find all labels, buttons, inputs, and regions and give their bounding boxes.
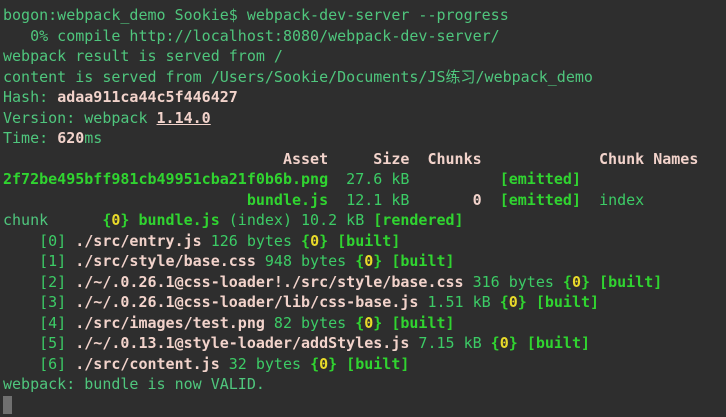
terminal-line: Hash: adaa911ca44c5f446427 [3, 87, 726, 108]
terminal-text: [3] [3, 293, 75, 311]
terminal-text: [2] [3, 273, 75, 291]
terminal-text: } [built] [373, 252, 454, 270]
terminal-text: [4] [3, 314, 75, 332]
terminal-text: content is served from /Users/Sookie/Doc… [3, 68, 593, 86]
terminal-line: [2] ./~/.0.26.1@css-loader!./src/style/b… [3, 272, 726, 293]
terminal-text [482, 191, 500, 209]
terminal-text: { [500, 293, 509, 311]
terminal-text: { [491, 334, 500, 352]
terminal-text: 0 [310, 232, 319, 250]
terminal-line: 2f72be495bff981cb49951cba21f0b6b.png 27.… [3, 169, 726, 190]
terminal-text: } [built] [581, 273, 662, 291]
terminal-text: Time: [3, 129, 57, 147]
terminal-text: [1] [3, 252, 75, 270]
terminal-text: bundle.js [247, 191, 328, 209]
terminal-text: webpack: bundle is now VALID. [3, 375, 265, 393]
terminal-line: [3] ./~/.0.26.1@css-loader/lib/css-base.… [3, 292, 726, 313]
terminal-text: } [built] [509, 334, 590, 352]
terminal-text: adaa911ca44c5f446427 [57, 88, 238, 106]
terminal-text: 0 [500, 334, 509, 352]
terminal-text: 12.1 kB [346, 191, 409, 209]
terminal-text: { [355, 252, 364, 270]
terminal-text: } [built] [518, 293, 599, 311]
terminal-line: [0] ./src/entry.js 126 bytes {0} [built] [3, 231, 726, 252]
terminal-line [3, 395, 726, 416]
terminal-text: 82 bytes [265, 314, 355, 332]
terminal-text: 1.14.0 [157, 109, 211, 127]
terminal-text: } [120, 211, 138, 229]
terminal-text: 948 bytes [256, 252, 355, 270]
terminal-text: ./~/.0.13.1@style-loader/addStyles.js [75, 334, 409, 352]
terminal-line: 0% compile http://localhost:8080/webpack… [3, 26, 726, 47]
terminal-text: 0% compile http://localhost:8080/webpack… [3, 27, 500, 45]
terminal-line: Version: webpack 1.14.0 [3, 108, 726, 129]
terminal-text: ./~/.0.26.1@css-loader!./src/style/base.… [75, 273, 463, 291]
terminal-text: 32 bytes [220, 355, 310, 373]
terminal-text: ./src/entry.js [75, 232, 201, 250]
terminal-line: Asset Size Chunks Chunk Names [3, 149, 726, 170]
terminal-line: chunk {0} bundle.js (index) 10.2 kB [ren… [3, 210, 726, 231]
terminal-text: } [built] [319, 232, 400, 250]
terminal-text: ./src/images/test.png [75, 314, 265, 332]
terminal-text: ./src/content.js [75, 355, 220, 373]
terminal-text: [emitted] [500, 170, 581, 188]
terminal-text: 0 [572, 273, 581, 291]
terminal-text: Version: webpack [3, 109, 157, 127]
terminal-text: [0] [3, 232, 75, 250]
terminal-text: 126 bytes [202, 232, 301, 250]
terminal-text: 316 bytes [464, 273, 563, 291]
terminal-text: [5] [3, 334, 75, 352]
terminal-line: [5] ./~/.0.13.1@style-loader/addStyles.j… [3, 333, 726, 354]
terminal-line: bundle.js 12.1 kB 0 [emitted] index [3, 190, 726, 211]
terminal-text [3, 191, 247, 209]
terminal-text [328, 191, 346, 209]
terminal-text: ./src/style/base.css [75, 252, 256, 270]
terminal-line: bogon:webpack_demo Sookie$ webpack-dev-s… [3, 5, 726, 26]
terminal-text: 7.15 kB [409, 334, 490, 352]
terminal-text: ./~/.0.26.1@css-loader/lib/css-base.js [75, 293, 418, 311]
terminal-cursor [3, 396, 12, 414]
terminal-line: [4] ./src/images/test.png 82 bytes {0} [… [3, 313, 726, 334]
terminal-text: 0 [509, 293, 518, 311]
terminal-text [581, 191, 599, 209]
terminal-text: Hash: [3, 88, 57, 106]
terminal-text: 2f72be495bff981cb49951cba21f0b6b.png [3, 170, 328, 188]
terminal-text: webpack result is served from / [3, 47, 283, 65]
terminal-output: bogon:webpack_demo Sookie$ webpack-dev-s… [3, 5, 726, 415]
terminal-text: [emitted] [500, 191, 581, 209]
terminal-text: 0 [473, 191, 482, 209]
terminal-text: bogon:webpack_demo Sookie$ webpack-dev-s… [3, 6, 509, 24]
terminal-line: [6] ./src/content.js 32 bytes {0} [built… [3, 354, 726, 375]
terminal-text: 27.6 kB [346, 170, 409, 188]
terminal-text: (index) 10.2 kB [220, 211, 374, 229]
terminal-text: index [599, 191, 644, 209]
terminal-text: { [563, 273, 572, 291]
terminal-text: } [built] [373, 314, 454, 332]
terminal-text: 1.51 kB [418, 293, 499, 311]
terminal-line: content is served from /Users/Sookie/Doc… [3, 67, 726, 88]
terminal-text [409, 170, 499, 188]
terminal-text: 620 [57, 129, 84, 147]
terminal-text: { [301, 232, 310, 250]
terminal-text: Asset Size Chunks Chunk Names [3, 150, 698, 168]
terminal-line: Time: 620ms [3, 128, 726, 149]
terminal-text: 0 [319, 355, 328, 373]
terminal-text: 0 [364, 252, 373, 270]
terminal-text: [rendered] [373, 211, 463, 229]
terminal-line: webpack result is served from / [3, 46, 726, 67]
terminal-text: } [built] [328, 355, 409, 373]
terminal-text: bundle.js [138, 211, 219, 229]
terminal-text: chunk [3, 211, 102, 229]
terminal-line: [1] ./src/style/base.css 948 bytes {0} [… [3, 251, 726, 272]
terminal-window[interactable]: bogon:webpack_demo Sookie$ webpack-dev-s… [0, 0, 726, 417]
terminal-text: { [355, 314, 364, 332]
terminal-text: [6] [3, 355, 75, 373]
terminal-line: webpack: bundle is now VALID. [3, 374, 726, 395]
terminal-text [409, 191, 472, 209]
terminal-text: ms [84, 129, 102, 147]
terminal-text [328, 170, 346, 188]
terminal-text: 0 [364, 314, 373, 332]
terminal-text: { [310, 355, 319, 373]
